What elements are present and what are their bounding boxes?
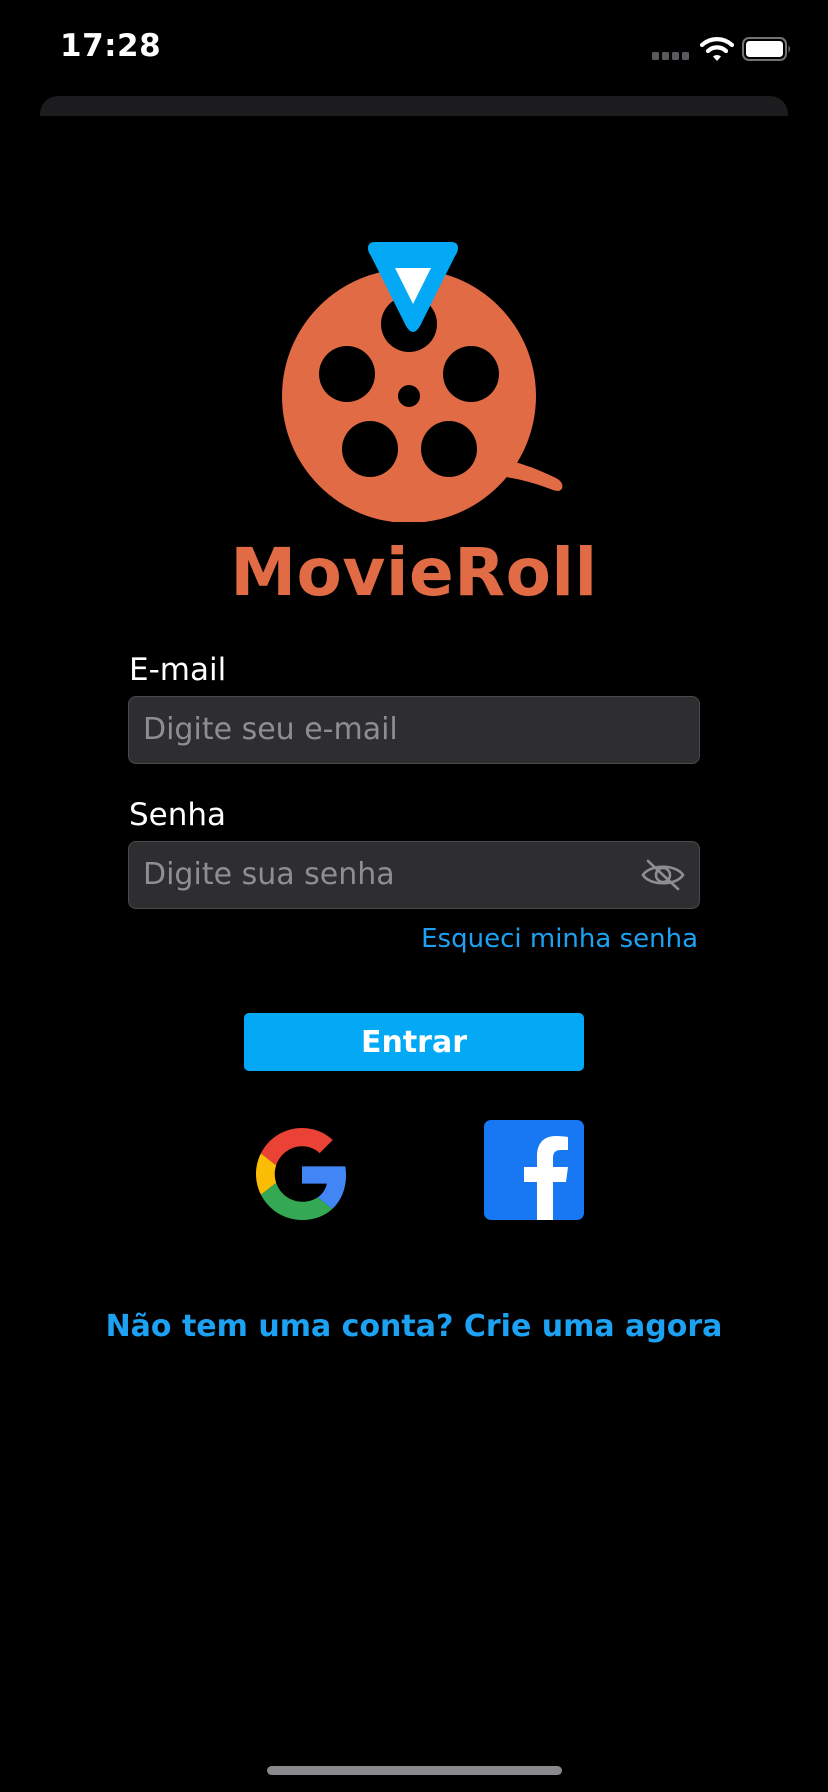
email-field-container [128, 696, 700, 764]
status-bar: 17:28 [0, 0, 828, 96]
film-reel-icon [282, 242, 563, 522]
cellular-signal-icon [652, 52, 689, 60]
google-icon[interactable] [256, 1128, 348, 1220]
password-label: Senha [129, 797, 227, 833]
forgot-password-link[interactable]: Esqueci minha senha [421, 924, 698, 954]
email-label: E-mail [129, 652, 227, 688]
password-field[interactable] [143, 842, 643, 907]
battery-icon [742, 37, 790, 61]
home-indicator [267, 1766, 562, 1775]
signup-link[interactable]: Não tem uma conta? Crie uma agora [0, 1309, 828, 1344]
app-name: MovieRoll [230, 534, 598, 611]
wifi-icon [700, 37, 734, 61]
facebook-icon[interactable] [484, 1120, 584, 1220]
status-time: 17:28 [60, 28, 162, 64]
login-button[interactable]: Entrar [244, 1013, 584, 1071]
password-field-container [128, 841, 700, 909]
eye-slash-icon[interactable] [640, 858, 686, 892]
email-field[interactable] [143, 697, 643, 762]
